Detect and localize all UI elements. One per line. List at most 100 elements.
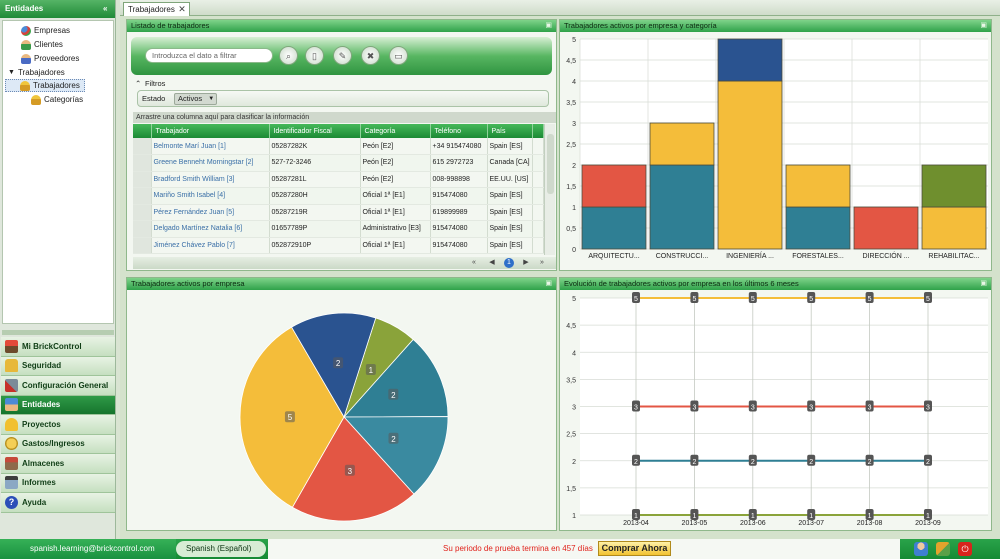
tree-item-label: Clientes bbox=[34, 40, 63, 49]
nav-entidades[interactable]: Entidades bbox=[1, 395, 115, 415]
row-selector[interactable] bbox=[133, 171, 152, 188]
prev-page-icon[interactable]: ◀ bbox=[487, 258, 497, 268]
nav-almacenes[interactable]: Almacenes bbox=[1, 454, 115, 474]
nav-ayuda[interactable]: ? Ayuda bbox=[1, 493, 115, 513]
row-selector[interactable] bbox=[133, 187, 152, 205]
splitter[interactable] bbox=[2, 330, 114, 335]
tree-item-clientes[interactable]: Clientes bbox=[21, 38, 63, 51]
first-page-icon[interactable]: « bbox=[469, 258, 479, 268]
nav-configuracion-general[interactable]: Configuración General bbox=[1, 376, 115, 396]
current-page[interactable]: 1 bbox=[504, 258, 514, 268]
tree-item-categorias[interactable]: Categorías bbox=[31, 93, 83, 106]
x-tick-label: 2013-06 bbox=[740, 520, 766, 527]
data-label: 1 bbox=[751, 513, 755, 520]
search-button[interactable]: ⌕ bbox=[279, 46, 298, 65]
close-icon[interactable]: ✕ bbox=[178, 3, 186, 16]
folder-expand-icon[interactable]: ▼ bbox=[8, 66, 15, 79]
panel-header: Trabajadores activos por empresa ▣ bbox=[127, 278, 556, 290]
cell-worker[interactable]: Mariño Smith Isabel [4] bbox=[151, 187, 270, 205]
nav-label: Seguridad bbox=[22, 361, 62, 371]
last-page-icon[interactable]: » bbox=[537, 258, 547, 268]
panel-title: Listado de trabajadores bbox=[131, 21, 210, 30]
user-email: spanish.learning@brickcontrol.com bbox=[0, 539, 176, 559]
cell-phone: 915474080 bbox=[430, 220, 488, 238]
tree-item-trabajadores-group[interactable]: ▼ Trabajadores bbox=[8, 66, 65, 79]
tree-item-proveedores[interactable]: Proveedores bbox=[21, 52, 79, 65]
cell-worker[interactable]: Jiménez Chávez Pablo [7] bbox=[151, 237, 270, 254]
bar-segment bbox=[649, 164, 715, 250]
tree-item-empresas[interactable]: Empresas bbox=[21, 24, 70, 37]
tree-item-trabajadores[interactable]: Trabajadores bbox=[5, 79, 85, 92]
maximize-icon[interactable]: ▣ bbox=[545, 278, 552, 290]
table-row[interactable]: Jiménez Chávez Pablo [7] 052872910P Oficia… bbox=[133, 237, 544, 254]
nav-seguridad[interactable]: Seguridad bbox=[1, 356, 115, 376]
scrollbar-thumb[interactable] bbox=[547, 134, 554, 194]
buy-now-button[interactable]: Comprar Ahora bbox=[598, 541, 671, 556]
table-row[interactable]: Mariño Smith Isabel [4] 05287280H Oficial … bbox=[133, 187, 544, 205]
x-tick-label: CONSTRUCCI... bbox=[656, 253, 709, 260]
column-header-category[interactable]: Categoría bbox=[360, 124, 431, 138]
row-selector[interactable] bbox=[133, 220, 152, 238]
language-selector[interactable]: Spanish (Español) bbox=[176, 541, 266, 557]
new-button[interactable]: ▯ bbox=[305, 46, 324, 65]
supplier-icon bbox=[21, 53, 31, 64]
data-label: 3 bbox=[751, 405, 755, 412]
entities-panel-header: Entidades « bbox=[0, 0, 115, 18]
column-header-phone[interactable]: Teléfono bbox=[430, 124, 488, 138]
cell-worker[interactable]: Greene Benneht Morningstar [2] bbox=[151, 154, 270, 172]
row-selector[interactable] bbox=[133, 237, 152, 254]
data-label: 3 bbox=[809, 405, 813, 412]
y-tick-label: 1,5 bbox=[566, 486, 576, 493]
maximize-icon[interactable]: ▣ bbox=[545, 20, 552, 32]
data-label: 2 bbox=[751, 459, 755, 466]
data-label: 5 bbox=[634, 296, 638, 303]
table-row[interactable]: Pérez Fernández Juan [5] 05287219R Oficial… bbox=[133, 204, 544, 221]
row-selector[interactable] bbox=[133, 138, 152, 155]
column-header-worker[interactable]: Trabajador bbox=[151, 124, 270, 138]
collapse-icon[interactable]: « bbox=[103, 0, 107, 18]
cell-worker[interactable]: Bradford Smith William [3] bbox=[151, 171, 270, 188]
cell-phone: +34 915474080 bbox=[430, 138, 488, 155]
user-icon[interactable] bbox=[914, 542, 928, 556]
theme-icon[interactable] bbox=[936, 542, 950, 556]
categories-icon bbox=[31, 94, 41, 105]
column-header-country[interactable]: País bbox=[487, 124, 533, 138]
nav-informes[interactable]: Informes bbox=[1, 473, 115, 493]
maximize-icon[interactable]: ▣ bbox=[980, 278, 987, 290]
data-label: 5 bbox=[692, 296, 696, 303]
table-row[interactable]: Greene Benneht Morningstar [2] 527-72-324… bbox=[133, 154, 544, 172]
tree-item-label: Empresas bbox=[34, 26, 71, 35]
y-tick-label: 1 bbox=[572, 513, 576, 520]
state-select[interactable]: Activos ▼ bbox=[174, 93, 218, 105]
trash-icon: ✖ bbox=[366, 51, 375, 61]
cell-worker[interactable]: Delgado Martínez Natalia [6] bbox=[151, 220, 270, 238]
nav-proyectos[interactable]: Proyectos bbox=[1, 415, 115, 435]
tab-trabajadores[interactable]: Trabajadores ✕ bbox=[123, 2, 190, 16]
filters-toggle[interactable]: ⌃ Filtros bbox=[131, 78, 552, 89]
edit-button[interactable]: ✎ bbox=[333, 46, 352, 65]
row-selector[interactable] bbox=[133, 204, 152, 221]
search-input[interactable]: Introduzca el dato a filtrar bbox=[145, 48, 273, 63]
column-header-tax-id[interactable]: Identificador Fiscal bbox=[269, 124, 361, 138]
cell-worker[interactable]: Pérez Fernández Juan [5] bbox=[151, 204, 270, 221]
table-row[interactable]: Bradford Smith William [3] 05287281L Peón … bbox=[133, 171, 544, 188]
export-button[interactable]: ▭ bbox=[389, 46, 408, 65]
document-tabbar: Trabajadores ✕ bbox=[120, 0, 1000, 16]
maximize-icon[interactable]: ▣ bbox=[980, 20, 987, 32]
table-scrollbar[interactable] bbox=[544, 124, 555, 255]
cell-worker[interactable]: Belmonte Marí Juan [1] bbox=[151, 138, 270, 155]
nav-mi-brickcontrol[interactable]: Mi BrickControl bbox=[1, 337, 115, 357]
power-icon[interactable]: ⏻ bbox=[958, 542, 972, 556]
cell-tax-id: 527-72-3246 bbox=[269, 154, 361, 172]
delete-button[interactable]: ✖ bbox=[361, 46, 380, 65]
x-tick-label: DIRECCIÓN ... bbox=[862, 251, 909, 260]
bar-segment bbox=[785, 206, 851, 250]
cell-country: Spain [ES] bbox=[487, 187, 533, 205]
y-tick-label: 2 bbox=[572, 163, 576, 170]
row-selector[interactable] bbox=[133, 154, 152, 172]
next-page-icon[interactable]: ▶ bbox=[521, 258, 531, 268]
nav-gastos-ingresos[interactable]: Gastos/Ingresos bbox=[1, 434, 115, 454]
table-row[interactable]: Belmonte Marí Juan [1] 05287282K Peón [E2]… bbox=[133, 138, 544, 155]
table-row[interactable]: Delgado Martínez Natalia [6] 01657789P Adm… bbox=[133, 220, 544, 238]
group-drag-area[interactable]: Arrastre una columna aquí para clasifica… bbox=[133, 112, 556, 123]
